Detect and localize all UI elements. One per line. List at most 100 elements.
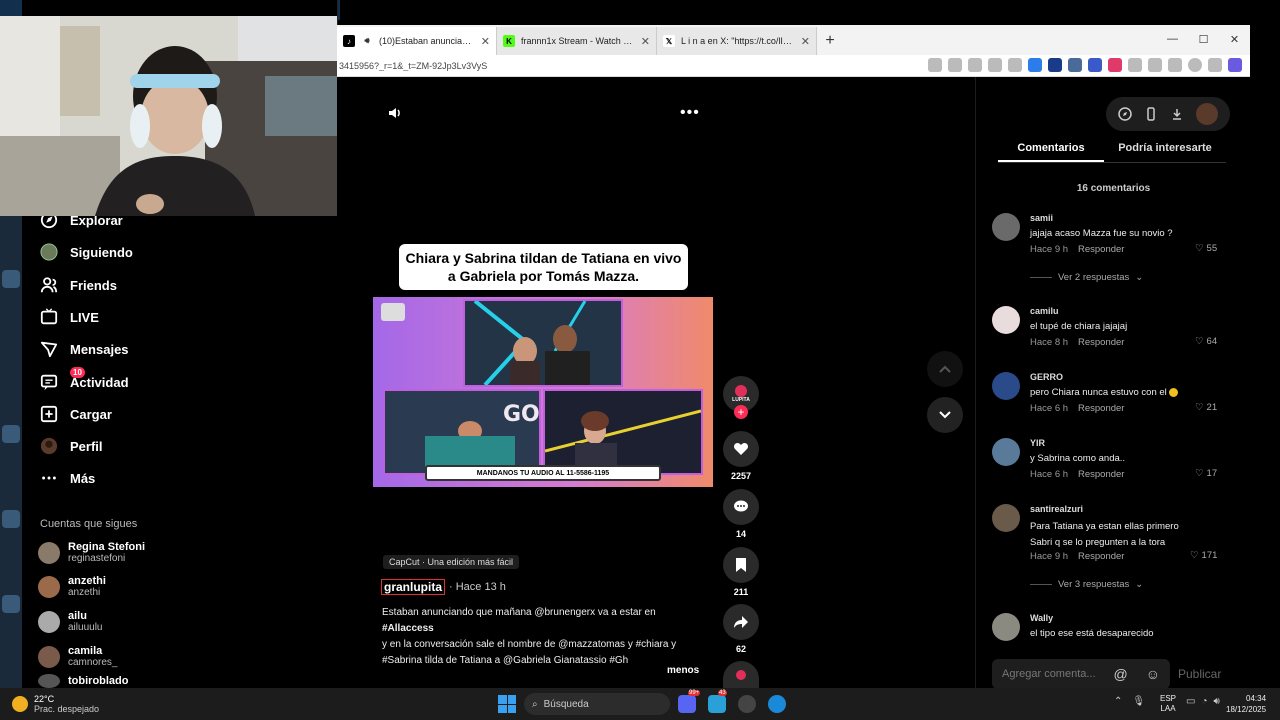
- comment-like[interactable]: ♡ 55: [1195, 243, 1217, 254]
- mention-icon[interactable]: @: [1114, 666, 1128, 682]
- comment-user[interactable]: Wally: [1030, 613, 1053, 623]
- volume-icon[interactable]: 🔊︎: [1214, 696, 1220, 707]
- copilot-icon[interactable]: [1228, 58, 1242, 72]
- hashtag-link[interactable]: #Allaccess: [382, 621, 712, 637]
- close-icon[interactable]: ✕: [641, 35, 650, 48]
- comment-like[interactable]: ♡ 21: [1195, 402, 1217, 413]
- steam-icon[interactable]: [738, 695, 756, 713]
- extension-icon[interactable]: [1108, 58, 1122, 72]
- more-options-icon[interactable]: •••: [680, 104, 700, 122]
- compass-icon[interactable]: [1118, 107, 1132, 121]
- following-account[interactable]: camila camnores_: [38, 642, 117, 672]
- avatar[interactable]: [1196, 103, 1218, 125]
- tab-podria-interesarte[interactable]: Podría interesarte: [1104, 137, 1226, 162]
- comment-user[interactable]: GERRO: [1030, 372, 1063, 382]
- next-video-button[interactable]: [927, 397, 963, 433]
- comment-user[interactable]: samii: [1030, 213, 1053, 223]
- sidebar-item-mas[interactable]: Más: [40, 467, 95, 489]
- reply-button[interactable]: Responder: [1078, 337, 1124, 348]
- clock[interactable]: 04:34 18/12/2025: [1226, 693, 1266, 715]
- video-frame[interactable]: GO MANDANOS TU AUDIO AL 11-5586-1195: [373, 297, 713, 487]
- wifi-icon[interactable]: ◔: [1201, 696, 1207, 707]
- discord-icon[interactable]: 99+: [678, 690, 701, 713]
- comment-like[interactable]: ♡ 64: [1195, 336, 1217, 347]
- capcut-badge[interactable]: CapCut · Una edición más fácil: [383, 555, 520, 569]
- music-disc[interactable]: [723, 661, 759, 688]
- comment-user[interactable]: santirealzuri: [1030, 504, 1083, 514]
- favorites-icon[interactable]: [1148, 58, 1162, 72]
- sidebar-item-mensajes[interactable]: Mensajes: [40, 338, 129, 360]
- close-icon[interactable]: ✕: [801, 35, 810, 48]
- telegram-icon[interactable]: 43: [708, 690, 727, 713]
- star-icon[interactable]: [1008, 58, 1022, 72]
- reply-button[interactable]: Responder: [1078, 469, 1124, 480]
- avatar[interactable]: [992, 438, 1020, 466]
- avatar[interactable]: [992, 213, 1020, 241]
- chevron-up-icon[interactable]: ⌃: [1114, 696, 1122, 707]
- collections-icon[interactable]: [1168, 58, 1182, 72]
- translate-icon[interactable]: [948, 58, 962, 72]
- sidebar-item-live[interactable]: LIVE: [40, 306, 99, 328]
- share-button[interactable]: [723, 604, 759, 640]
- sidebar-item-siguiendo[interactable]: Siguiendo: [40, 241, 133, 263]
- menu-icon[interactable]: [1208, 58, 1222, 72]
- avatar[interactable]: [992, 504, 1020, 532]
- following-account[interactable]: Regina Stefoni reginastefoni: [38, 538, 145, 568]
- sidebar-item-friends[interactable]: Friends: [40, 274, 117, 296]
- reply-button[interactable]: Responder: [1078, 403, 1124, 414]
- reply-button[interactable]: Responder: [1078, 244, 1124, 255]
- avatar[interactable]: [992, 306, 1020, 334]
- sidebar-item-cargar[interactable]: Cargar: [40, 403, 112, 425]
- following-account[interactable]: anzethi anzethi: [38, 572, 106, 602]
- phone-icon[interactable]: [1144, 107, 1158, 121]
- comment-user[interactable]: YIR: [1030, 438, 1045, 448]
- read-aloud-icon[interactable]: [988, 58, 1002, 72]
- tab-tiktok[interactable]: ♪ 🔊︎ (10)Estaban anunciando que ✕: [337, 27, 497, 55]
- following-account[interactable]: ailu ailuuulu: [38, 607, 102, 637]
- maximize-icon[interactable]: ☐: [1188, 25, 1219, 53]
- profile-avatar-icon[interactable]: [1188, 58, 1202, 72]
- microphone-icon[interactable]: 🎙︎: [1132, 696, 1145, 707]
- comment-like[interactable]: ♡ 171: [1190, 550, 1217, 561]
- zoom-icon[interactable]: [968, 58, 982, 72]
- desktop-icon[interactable]: [2, 270, 20, 288]
- emoji-icon[interactable]: ☺: [1146, 666, 1160, 682]
- sidebar-item-perfil[interactable]: Perfil: [40, 435, 103, 457]
- reply-button[interactable]: Responder: [1078, 551, 1124, 562]
- avatar[interactable]: [992, 613, 1020, 641]
- extension-icon[interactable]: [1048, 58, 1062, 72]
- tab-comentarios[interactable]: Comentarios: [998, 137, 1104, 162]
- taskbar-search[interactable]: ⌕ Búsqueda: [524, 693, 670, 715]
- like-button[interactable]: [723, 431, 759, 467]
- close-icon[interactable]: ✕: [481, 35, 490, 48]
- minimize-icon[interactable]: —: [1157, 25, 1188, 53]
- comment-input[interactable]: Agregar comenta... @ ☺: [992, 659, 1170, 689]
- video-author[interactable]: granlupita: [381, 579, 446, 595]
- extension-icon[interactable]: [1028, 58, 1042, 72]
- desktop-icon[interactable]: [2, 425, 20, 443]
- extension-icon[interactable]: [1088, 58, 1102, 72]
- url-text[interactable]: 3415956?_r=1&_t=ZM-92Jp3Lv3VyS: [337, 61, 857, 71]
- extension-icon[interactable]: [1068, 58, 1082, 72]
- weather-widget[interactable]: 22°C Prac. despejado: [12, 694, 99, 714]
- following-account[interactable]: tobiroblado: [38, 674, 129, 688]
- windows-start-icon[interactable]: [498, 695, 516, 713]
- follow-plus-icon[interactable]: +: [734, 405, 748, 419]
- extensions-icon[interactable]: [1128, 58, 1142, 72]
- comment-user[interactable]: camilu: [1030, 306, 1059, 316]
- less-button[interactable]: menos: [667, 665, 699, 676]
- desktop-icon[interactable]: [2, 595, 20, 613]
- download-icon[interactable]: [1170, 107, 1184, 121]
- comment-like[interactable]: ♡ 17: [1195, 468, 1217, 479]
- new-tab-button[interactable]: +: [817, 27, 843, 55]
- tab-x[interactable]: 𝕏 L i n a en X: "https://t.co/lIVzmtTi ✕: [657, 27, 817, 55]
- sidebar-item-actividad[interactable]: Actividad 10: [40, 367, 129, 393]
- comment-button[interactable]: [723, 489, 759, 525]
- avatar[interactable]: [992, 372, 1020, 400]
- publish-button[interactable]: Publicar: [1178, 667, 1221, 681]
- tab-kick[interactable]: K frannn1x Stream - Watch Live on ✕: [497, 27, 657, 55]
- app-icon[interactable]: [928, 58, 942, 72]
- volume-icon[interactable]: [387, 105, 403, 126]
- view-replies-button[interactable]: Ver 2 respuestas ⌄: [1030, 272, 1143, 283]
- edge-icon[interactable]: [768, 695, 786, 713]
